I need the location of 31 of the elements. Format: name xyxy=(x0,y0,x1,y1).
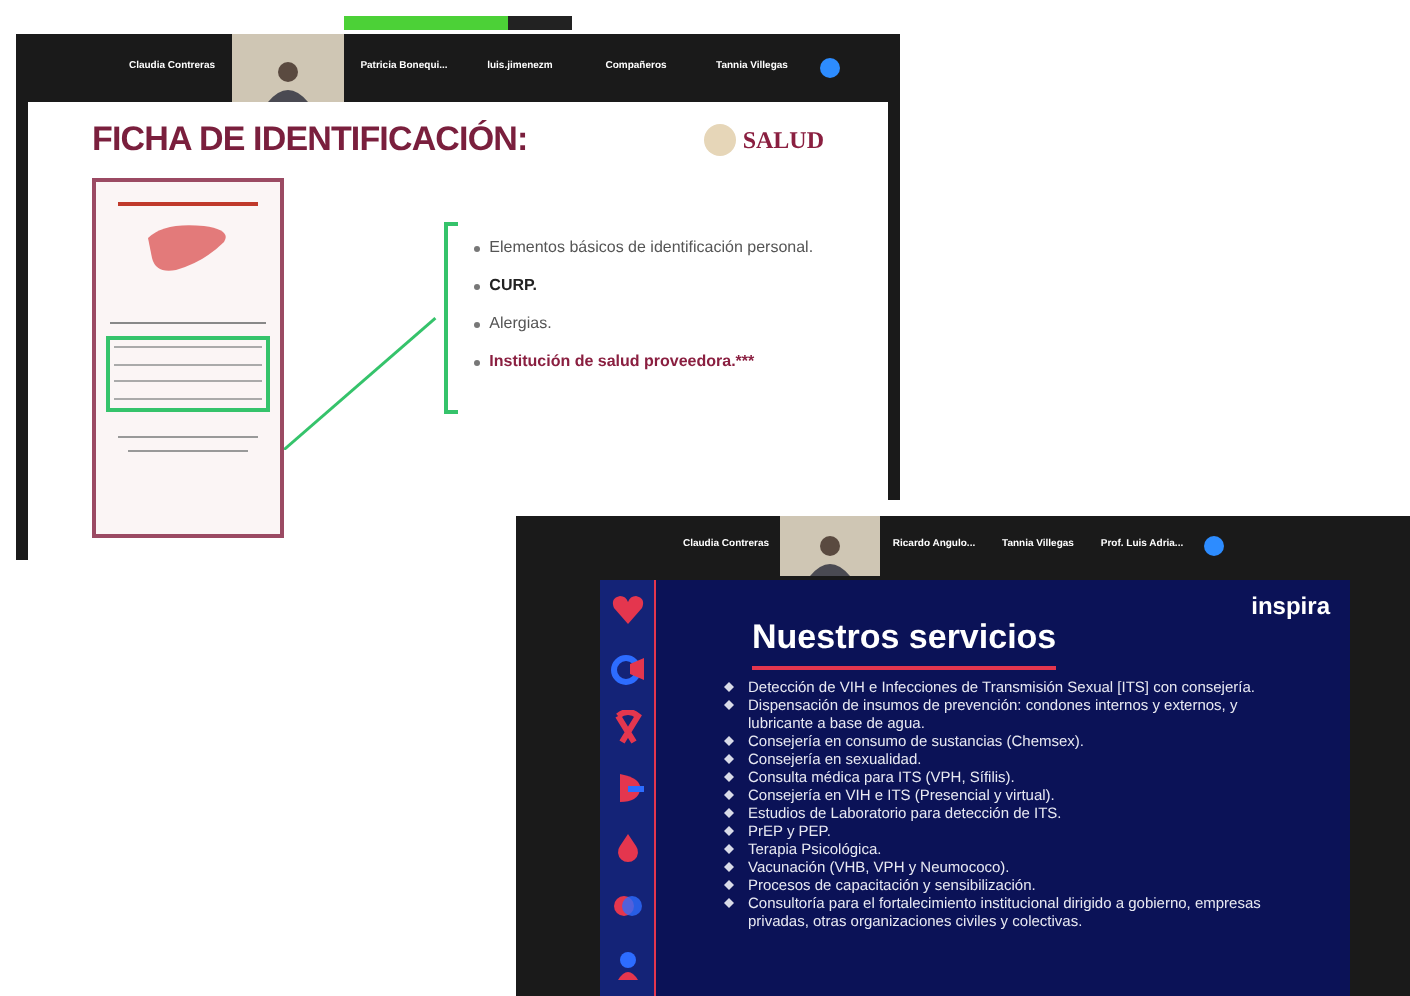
bullet-icon xyxy=(724,681,734,691)
bullet-icon xyxy=(724,825,734,835)
bullet-dot xyxy=(473,283,480,289)
bullet-icon xyxy=(724,699,734,709)
bullet-text: Elementos básicos de identificación personal. xyxy=(489,237,814,257)
slide-title: Nuestros servicios xyxy=(752,612,1057,669)
bullet-icon xyxy=(724,789,734,799)
video-placeholder xyxy=(780,516,880,576)
slide-title: FICHA DE IDENTIFICACIÓN: xyxy=(92,118,528,162)
bullet-icon xyxy=(724,807,734,817)
logo-text: inspira xyxy=(1251,590,1330,624)
bullet-icon xyxy=(724,861,734,871)
heart-icon xyxy=(609,591,645,628)
bullet-icon xyxy=(724,771,734,781)
bullet-text: Institución de salud proveedora.*** xyxy=(489,351,755,371)
avatar-icon[interactable] xyxy=(820,58,840,78)
avatar-icon[interactable] xyxy=(1204,536,1224,556)
logo-text: SALUD xyxy=(742,123,824,158)
bullet-icon xyxy=(724,753,734,763)
emblem-icon xyxy=(704,123,737,156)
bullet-icon xyxy=(724,735,734,745)
bullet-dot xyxy=(473,359,480,365)
bullet-text: CURP. xyxy=(489,275,538,295)
bullet-icon xyxy=(724,879,734,889)
video-placeholder xyxy=(232,34,344,102)
bullet-dot xyxy=(473,245,480,251)
bullet-icon xyxy=(724,897,734,907)
bullet-text: Alergias. xyxy=(489,313,552,333)
bullet-dot xyxy=(473,321,480,327)
bullet-icon xyxy=(724,843,734,853)
ring-icon xyxy=(609,651,645,688)
